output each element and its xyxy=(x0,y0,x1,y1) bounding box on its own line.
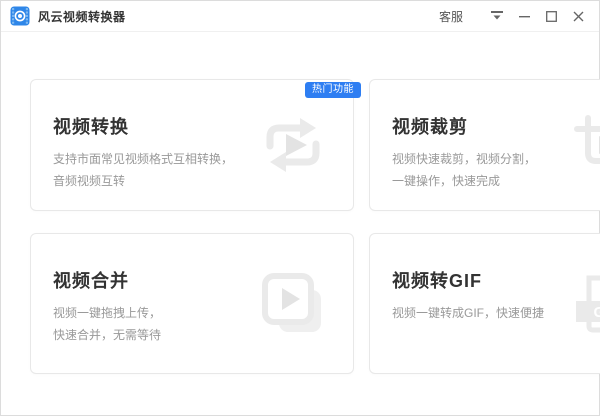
app-window: 风云视频转换器 客服 xyxy=(0,0,600,416)
card-description: 支持市面常见视频格式互相转换， 音频视频互转 xyxy=(53,148,233,192)
card-video-to-gif[interactable]: 视频转GIF 视频一键转成GIF，快速便捷 GIF xyxy=(369,233,600,374)
menu-dropdown-icon[interactable] xyxy=(488,6,506,26)
titlebar: 风云视频转换器 客服 xyxy=(1,1,599,32)
hot-feature-badge: 热门功能 xyxy=(305,82,361,98)
feature-card-grid: 热门功能 视频转换 支持市面常见视频格式互相转换， 音频视频互转 xyxy=(30,79,571,374)
desc-line: 快速合并，无需等待 xyxy=(53,324,233,346)
customer-service-button[interactable]: 客服 xyxy=(439,8,463,25)
svg-text:GIF: GIF xyxy=(594,304,600,321)
card-description: 视频一键转成GIF，快速便捷 xyxy=(392,302,544,324)
close-icon[interactable] xyxy=(569,6,587,26)
card-description: 视频快速裁剪，视频分割， 一键操作，快速完成 xyxy=(392,148,544,192)
desc-line: 视频快速裁剪，视频分割， xyxy=(392,148,544,170)
card-video-crop[interactable]: 视频裁剪 视频快速裁剪，视频分割， 一键操作，快速完成 xyxy=(369,79,600,211)
app-logo-icon xyxy=(10,6,30,26)
stack-play-icon xyxy=(257,268,329,340)
desc-line: 视频一键转成GIF，快速便捷 xyxy=(392,302,544,324)
card-title: 视频裁剪 xyxy=(392,113,544,139)
card-video-merge[interactable]: 视频合并 视频一键拖拽上传， 快速合并，无需等待 xyxy=(30,233,354,374)
desc-line: 音频视频互转 xyxy=(53,170,233,192)
desc-line: 一键操作，快速完成 xyxy=(392,170,544,192)
card-title: 视频合并 xyxy=(53,267,233,293)
minimize-icon[interactable] xyxy=(515,6,533,26)
card-title: 视频转GIF xyxy=(392,267,544,293)
desc-line: 支持市面常见视频格式互相转换， xyxy=(53,148,233,170)
repeat-play-icon xyxy=(257,109,329,181)
card-description: 视频一键拖拽上传， 快速合并，无需等待 xyxy=(53,302,233,346)
crop-play-icon xyxy=(568,109,600,181)
main-content: 热门功能 视频转换 支持市面常见视频格式互相转换， 音频视频互转 xyxy=(1,32,599,415)
card-video-convert[interactable]: 热门功能 视频转换 支持市面常见视频格式互相转换， 音频视频互转 xyxy=(30,79,354,211)
maximize-icon[interactable] xyxy=(542,6,560,26)
card-title: 视频转换 xyxy=(53,113,233,139)
gif-file-icon: GIF xyxy=(568,268,600,340)
desc-line: 视频一键拖拽上传， xyxy=(53,302,233,324)
app-title: 风云视频转换器 xyxy=(38,8,126,25)
